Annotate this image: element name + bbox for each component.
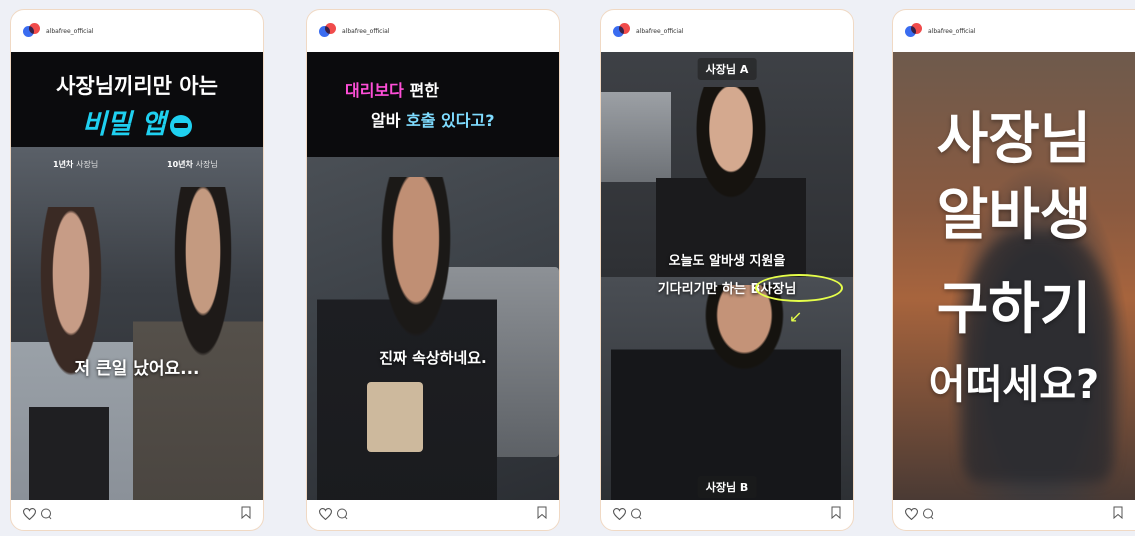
tag-right: 10년차 사장님 bbox=[167, 160, 218, 169]
username[interactable]: albafree_official bbox=[636, 28, 683, 35]
comment-icon[interactable] bbox=[630, 508, 642, 520]
post-card-4[interactable]: albafree_official 사장님 알바생 구하기 어떠세요? bbox=[892, 9, 1135, 531]
post-media[interactable]: 사장님끼리만 아는 비밀 앱 1년차 사장님 10년차 사장님 저 큰일 났어요… bbox=[11, 52, 263, 500]
subtitle-line-1: 오늘도 알바생 지원을 bbox=[668, 254, 786, 269]
post-actions bbox=[601, 498, 853, 530]
video-scene: 1년차 사장님 10년차 사장님 저 큰일 났어요... bbox=[11, 147, 263, 500]
username[interactable]: albafree_official bbox=[342, 28, 389, 35]
banner-line-1: 대리보다 편한 bbox=[345, 81, 439, 100]
subtitle: 진짜 속상하네요. bbox=[379, 349, 487, 367]
post-header: albafree_official bbox=[307, 10, 559, 52]
heart-icon[interactable] bbox=[319, 508, 332, 520]
profile-avatar[interactable] bbox=[319, 22, 336, 40]
comment-icon[interactable] bbox=[336, 508, 348, 520]
person-woman bbox=[656, 87, 806, 277]
label-owner-b: 사장님 B bbox=[697, 476, 757, 498]
bookmark-icon[interactable] bbox=[241, 506, 251, 519]
highlight-arrow-icon: ↙ bbox=[789, 307, 803, 326]
banner-line-1: 사장님끼리만 아는 bbox=[56, 74, 218, 98]
highlight-circle bbox=[755, 274, 843, 302]
banner-line-2: 비밀 앱 bbox=[11, 102, 263, 141]
apron bbox=[29, 407, 109, 500]
post-card-2[interactable]: albafree_official 대리보다 편한 알바 호출 있다고? 진짜 … bbox=[306, 9, 560, 531]
post-media[interactable]: 사장님 알바생 구하기 어떠세요? bbox=[893, 52, 1135, 500]
heart-icon[interactable] bbox=[905, 508, 918, 520]
post-header: albafree_official bbox=[893, 10, 1135, 52]
post-actions bbox=[11, 498, 263, 530]
subtitle: 저 큰일 났어요... bbox=[74, 359, 200, 379]
post-card-1[interactable]: albafree_official 사장님끼리만 아는 비밀 앱 1년차 사장님… bbox=[10, 9, 264, 531]
person-man bbox=[133, 187, 263, 500]
heart-icon[interactable] bbox=[23, 508, 36, 520]
bookmark-icon[interactable] bbox=[537, 506, 547, 519]
profile-avatar[interactable] bbox=[23, 22, 40, 40]
profile-avatar[interactable] bbox=[613, 22, 630, 40]
headline-line-1: 사장님 bbox=[936, 107, 1092, 172]
post-actions bbox=[307, 498, 559, 530]
post-media[interactable]: 사장님 A 오늘도 알바생 지원을 기다리기만 하는 B사장님 ↙ 사장님 B bbox=[601, 52, 853, 500]
bookmark-icon[interactable] bbox=[831, 506, 841, 519]
tag-left: 1년차 사장님 bbox=[53, 160, 99, 169]
profile-avatar[interactable] bbox=[905, 22, 922, 40]
post-header: albafree_official bbox=[601, 10, 853, 52]
person-man bbox=[611, 285, 841, 500]
post-media[interactable]: 대리보다 편한 알바 호출 있다고? 진짜 속상하네요. bbox=[307, 52, 559, 500]
post-actions bbox=[893, 498, 1135, 530]
heart-icon[interactable] bbox=[613, 508, 626, 520]
towel bbox=[367, 382, 423, 452]
headline-line-3: 구하기 bbox=[936, 277, 1092, 342]
username[interactable]: albafree_official bbox=[46, 28, 93, 35]
title-banner: 사장님끼리만 아는 비밀 앱 bbox=[11, 52, 263, 147]
video-scene: 진짜 속상하네요. bbox=[307, 157, 559, 500]
username[interactable]: albafree_official bbox=[928, 28, 975, 35]
comment-icon[interactable] bbox=[40, 508, 52, 520]
video-scene-top bbox=[601, 52, 853, 277]
headline-line-2: 알바생 bbox=[936, 183, 1092, 248]
banner-line-2: 알바 호출 있다고? bbox=[371, 111, 495, 130]
comment-icon[interactable] bbox=[922, 508, 934, 520]
post-card-3[interactable]: albafree_official 사장님 A 오늘도 알바생 지원을 기다리기… bbox=[600, 9, 854, 531]
video-scene-bottom bbox=[601, 277, 853, 500]
sunglasses-emoji-icon bbox=[169, 114, 192, 137]
label-owner-a: 사장님 A bbox=[697, 58, 757, 80]
post-header: albafree_official bbox=[11, 10, 263, 52]
headline-line-4: 어떠세요? bbox=[928, 362, 1100, 408]
title-banner: 대리보다 편한 알바 호출 있다고? bbox=[307, 52, 559, 157]
bookmark-icon[interactable] bbox=[1113, 506, 1123, 519]
